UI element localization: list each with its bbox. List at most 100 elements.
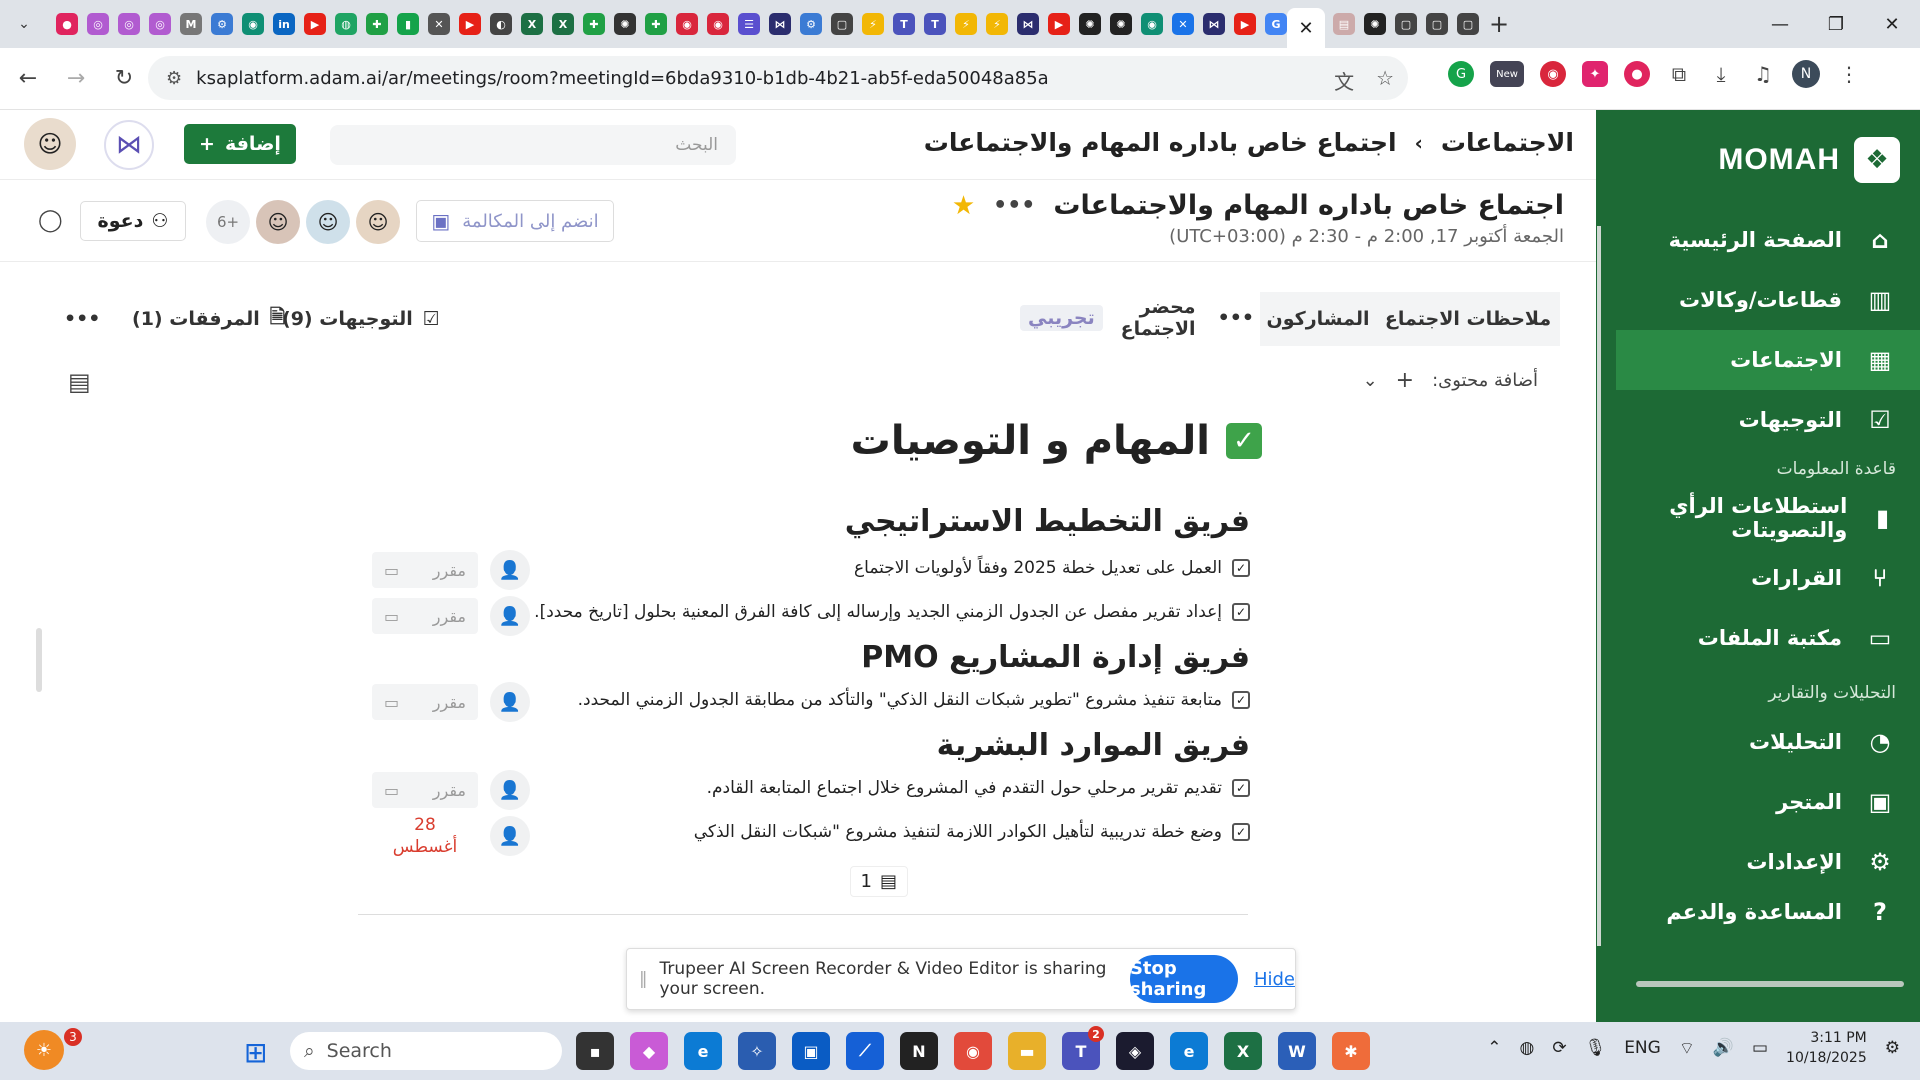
tab-favicon[interactable]: ▶ (1234, 13, 1256, 35)
language-indicator[interactable]: ENG (1624, 1038, 1661, 1058)
sidebar-item-home[interactable]: ⌂ الصفحة الرئيسية (1596, 210, 1920, 270)
app-icon[interactable]: ⟋ (846, 1032, 884, 1070)
tab-favicon[interactable]: ▶ (1048, 13, 1070, 35)
tab-favicon[interactable]: ◉ (1141, 13, 1163, 35)
tab-favicon[interactable]: T (893, 13, 915, 35)
copilot-icon[interactable]: ◆ (630, 1032, 668, 1070)
tab-favicon[interactable]: ⚡ (862, 13, 884, 35)
microphone-icon[interactable]: 🎙 (1585, 1038, 1607, 1058)
file-explorer-icon[interactable]: ▬ (1008, 1032, 1046, 1070)
content-scrollbar[interactable] (36, 628, 42, 692)
invite-button[interactable]: ⚇ دعوة (80, 201, 186, 241)
hide-link[interactable]: Hide (1254, 969, 1295, 990)
puzzle-extensions-icon[interactable]: ⧉ (1666, 61, 1692, 87)
excel-icon[interactable]: X (1224, 1032, 1262, 1070)
tab-favicon[interactable]: ▶ (304, 13, 326, 35)
due-date-field[interactable]: ▭ مقرر (372, 772, 478, 808)
join-call-button[interactable]: انضم إلى المكالمة ▣ (416, 200, 614, 242)
sidebar-item-directives[interactable]: ☑ التوجيهات (1596, 390, 1920, 450)
task-checkbox-icon[interactable]: ✓ (1232, 559, 1250, 577)
more-options-icon[interactable]: ••• (993, 193, 1035, 218)
tab-participants[interactable]: المشاركون (1260, 292, 1376, 346)
tab-directives[interactable]: ☑ التوجيهات (9) (282, 292, 440, 346)
tab-meeting-notes[interactable]: ملاحظات الاجتماع (1376, 292, 1560, 346)
tab-favicon[interactable]: ▢ (1426, 13, 1448, 35)
site-info-icon[interactable]: ⚙ (166, 68, 182, 89)
tab-favicon[interactable]: G (1265, 13, 1287, 35)
more-participants-badge[interactable]: 6+ (206, 200, 250, 244)
tab-favicon[interactable]: ✚ (366, 13, 388, 35)
store-app-icon[interactable]: ▣ (792, 1032, 830, 1070)
taskbar-search[interactable]: ⌕ Search (290, 1032, 562, 1070)
tab-favicon[interactable]: ✚ (583, 13, 605, 35)
tab-favicon[interactable]: ⚙ (800, 13, 822, 35)
tab-attachments[interactable]: 🗎 المرفقات (1) (132, 292, 285, 346)
wifi-icon[interactable]: ⌔ (1679, 1038, 1695, 1059)
extension-icon[interactable]: ◉ (1540, 61, 1566, 87)
assignee-user-icon[interactable]: 👤 (490, 770, 530, 810)
tab-favicon[interactable]: ⚡ (986, 13, 1008, 35)
browser-menu-icon[interactable]: ⋮ (1836, 61, 1862, 87)
stop-sharing-button[interactable]: Stop sharing (1129, 955, 1238, 1003)
new-tab-plus-icon[interactable]: + (1489, 10, 1509, 38)
extension-icon[interactable]: ✦ (1582, 61, 1608, 87)
tab-favicon[interactable]: ▶ (459, 13, 481, 35)
tab-search-dropdown-icon[interactable]: ⌄ (0, 0, 48, 48)
task-item[interactable]: ✓ وضع خطة تدريبية لتأهيل الكوادر اللازمة … (694, 822, 1250, 842)
participant-avatar[interactable]: ☺ (306, 200, 350, 244)
tab-favicon[interactable]: ◎ (87, 13, 109, 35)
tab-favicon[interactable]: ⋈ (769, 13, 791, 35)
comments-button[interactable]: ▤ 1 (849, 866, 908, 897)
sidebar-item-files[interactable]: ▭ مكتبة الملفات (1596, 608, 1920, 668)
due-date-field[interactable]: ▭ مقرر (372, 552, 478, 588)
chevron-up-icon[interactable]: ⌃ (1487, 1038, 1501, 1058)
assignee-user-icon[interactable]: 👤 (490, 550, 530, 590)
edge-icon[interactable]: e (684, 1032, 722, 1070)
battery-icon[interactable]: ▭ (1752, 1038, 1768, 1058)
notion-icon[interactable]: N (900, 1032, 938, 1070)
sidebar-item-help[interactable]: ? المساعدة والدعم (1596, 892, 1920, 932)
more-dots-icon[interactable]: ••• (1218, 307, 1254, 329)
tab-favicon[interactable]: ⚙ (211, 13, 233, 35)
breadcrumb-meetings[interactable]: الاجتماعات (1441, 128, 1574, 157)
sidebar-item-settings[interactable]: ⚙ الإعدادات (1596, 832, 1920, 892)
user-avatar[interactable]: ☺ (24, 118, 76, 170)
tab-favicon[interactable]: ✺ (1364, 13, 1386, 35)
tab-favicon[interactable]: ◎ (149, 13, 171, 35)
app-logo-icon[interactable]: ⋈ (104, 120, 154, 170)
participant-avatar[interactable]: ☺ (256, 200, 300, 244)
plus-icon[interactable]: + (1396, 368, 1414, 393)
sidebar-item-meetings[interactable]: ▦ الاجتماعات (1616, 330, 1920, 390)
task-checkbox-icon[interactable]: ✓ (1232, 779, 1250, 797)
hubspot-icon[interactable]: ✱ (1332, 1032, 1370, 1070)
sidebar-item-analytics[interactable]: ◔ التحليلات (1596, 712, 1920, 772)
participant-avatar[interactable]: ☺ (356, 200, 400, 244)
assignee-user-icon[interactable]: 👤 (490, 816, 530, 856)
restore-icon[interactable]: ❐ (1808, 0, 1864, 48)
search-input[interactable]: البحث (330, 125, 736, 165)
tab-favicon[interactable]: ◉ (242, 13, 264, 35)
sidebar-item-store[interactable]: ▣ المتجر (1596, 772, 1920, 832)
app-icon[interactable]: ◈ (1116, 1032, 1154, 1070)
tab-favicon[interactable]: ✕ (428, 13, 450, 35)
tab-favicon[interactable]: ▮ (397, 13, 419, 35)
sync-icon[interactable]: ⟳ (1552, 1038, 1566, 1058)
tab-favicon[interactable]: ⋈ (1017, 13, 1039, 35)
due-date-field[interactable]: ▭ مقرر (372, 598, 478, 634)
tab-meeting-minutes[interactable]: ••• محضر الاجتماع تجريبي (1010, 292, 1254, 346)
bookmark-star-icon[interactable]: ☆ (1376, 66, 1394, 95)
media-control-icon[interactable]: ♫ (1750, 61, 1776, 87)
close-window-icon[interactable]: ✕ (1864, 0, 1920, 48)
download-icon[interactable]: ⤓ (1708, 61, 1734, 87)
chevron-down-icon[interactable]: ⌄ (1363, 370, 1378, 391)
task-item[interactable]: ✓ إعداد تقرير مفصل عن الجدول الزمني الجدي… (534, 602, 1250, 622)
address-bar[interactable]: ⚙ ksaplatform.adam.ai/ar/meetings/room?m… (148, 56, 1408, 100)
sidebar-item-decisions[interactable]: ⑂ القرارات (1596, 548, 1920, 608)
volume-icon[interactable]: 🔊 (1713, 1038, 1734, 1058)
grammarly-extension-icon[interactable]: G (1448, 61, 1474, 87)
windows-start-icon[interactable]: ⊞ (244, 1036, 267, 1069)
tab-favicon[interactable]: ◎ (118, 13, 140, 35)
tab-favicon[interactable]: ☰ (738, 13, 760, 35)
task-checkbox-icon[interactable]: ✓ (1232, 691, 1250, 709)
tab-favicon[interactable]: ▢ (831, 13, 853, 35)
